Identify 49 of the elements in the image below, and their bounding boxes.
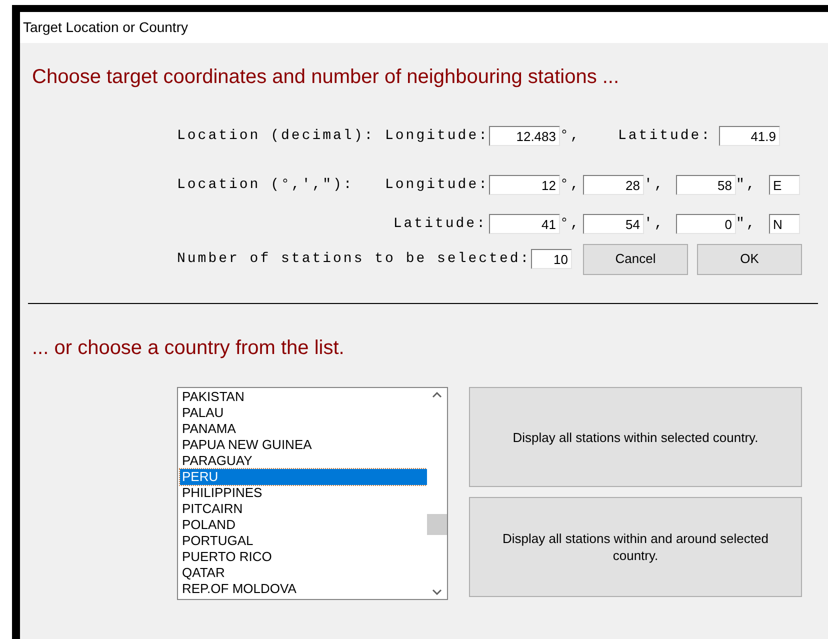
country-list-item[interactable]: PAKISTAN bbox=[180, 389, 427, 405]
minutes-field[interactable]: 54 bbox=[583, 214, 644, 234]
unit-label: ', bbox=[644, 214, 666, 234]
minutes-field[interactable]: 28 bbox=[583, 175, 644, 195]
display-country-stations-button[interactable]: Display all stations within selected country. bbox=[469, 387, 802, 487]
country-list-item[interactable]: PUERTO RICO bbox=[180, 549, 427, 565]
country-heading: ... or choose a country from the list. bbox=[32, 336, 346, 361]
latitude-label: Latitude: bbox=[618, 126, 713, 146]
window-title: Target Location or Country bbox=[23, 18, 188, 37]
degrees-field[interactable]: 41 bbox=[489, 214, 560, 234]
stations-count-label: Number of stations to be selected: bbox=[177, 250, 531, 268]
country-list-item[interactable]: PHILIPPINES bbox=[180, 485, 427, 501]
unit-label: ", bbox=[736, 214, 758, 234]
stations-count-field[interactable]: 10 bbox=[531, 249, 572, 269]
longitude-label: Longitude: bbox=[385, 126, 489, 146]
unit-label: °, bbox=[560, 126, 582, 146]
longitude-label: Longitude: bbox=[385, 176, 489, 194]
dms-location-label: Location (°,',"): bbox=[177, 176, 355, 194]
ok-button[interactable]: OK bbox=[697, 244, 802, 274]
country-list[interactable]: PAKISTAN PALAU PANAMA PAPUA NEW GUINEA PARAGUAY PERU PHILIPPINES PITCAIRN POLAND PORTUGAL PUERTO RICO QATAR REP.OF MOLDOVA bbox=[177, 387, 448, 600]
country-list-item[interactable]: PALAU bbox=[180, 405, 427, 421]
hemisphere-field[interactable]: N bbox=[769, 214, 800, 234]
country-list-item[interactable]: PITCAIRN bbox=[180, 501, 427, 517]
country-list-item[interactable]: PORTUGAL bbox=[180, 533, 427, 549]
latitude-label: Latitude: bbox=[392, 214, 488, 234]
latitude-field[interactable]: 41.9 bbox=[719, 126, 780, 146]
country-list-item[interactable]: QATAR bbox=[180, 565, 427, 581]
country-list-item[interactable]: PARAGUAY bbox=[180, 453, 427, 469]
unit-label: ", bbox=[736, 176, 758, 194]
coordinates-heading: Choose target coordinates and number of neighbouring stations ... bbox=[32, 65, 620, 90]
seconds-field[interactable]: 58 bbox=[676, 175, 736, 195]
country-list-item[interactable]: POLAND bbox=[180, 517, 427, 533]
country-list-item[interactable]: PANAMA bbox=[180, 421, 427, 437]
scrollbar-thumb[interactable] bbox=[427, 514, 447, 535]
longitude-field[interactable]: 12.483 bbox=[489, 126, 560, 146]
degrees-field[interactable]: 12 bbox=[489, 175, 560, 195]
unit-label: °, bbox=[560, 214, 582, 234]
cancel-button[interactable]: Cancel bbox=[583, 244, 688, 274]
hemisphere-field[interactable]: E bbox=[769, 175, 800, 195]
country-list-item[interactable]: PERU bbox=[180, 469, 427, 485]
decimal-location-label: Location (decimal): bbox=[177, 126, 376, 146]
scroll-up-icon[interactable] bbox=[432, 392, 442, 398]
seconds-field[interactable]: 0 bbox=[676, 214, 736, 234]
country-list-item[interactable]: PAPUA NEW GUINEA bbox=[180, 437, 427, 453]
scroll-down-icon[interactable] bbox=[432, 589, 442, 595]
display-surrounding-stations-button[interactable]: Display all stations within and around selected country. bbox=[469, 497, 802, 597]
unit-label: ', bbox=[644, 176, 666, 194]
country-list-item[interactable]: REP.OF MOLDOVA bbox=[180, 581, 427, 597]
unit-label: °, bbox=[560, 176, 582, 194]
